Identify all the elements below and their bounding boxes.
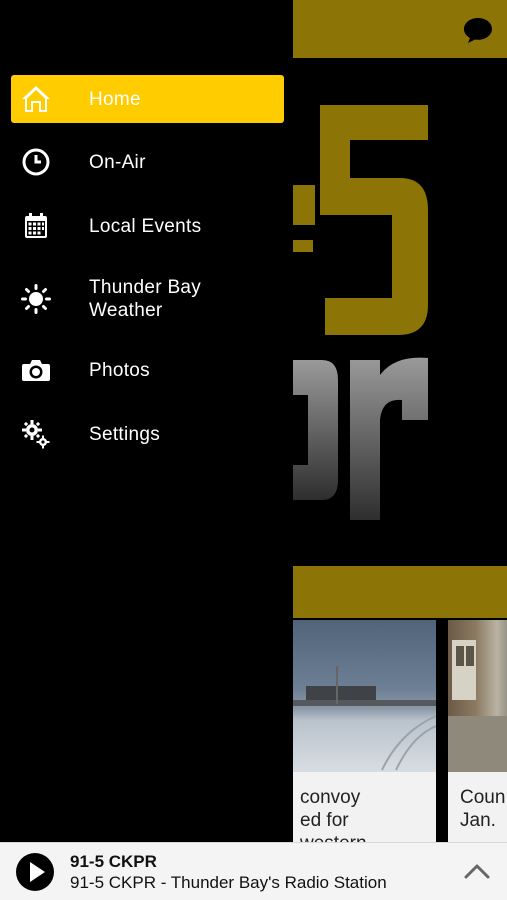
station-description: 91-5 CKPR - Thunder Bay's Radio Station: [70, 873, 387, 892]
menu-item-label: Home: [89, 88, 141, 110]
sun-icon: [21, 284, 51, 314]
calendar-icon: [21, 211, 51, 241]
menu-item-photos[interactable]: Photos: [11, 348, 284, 392]
chat-bubble-icon[interactable]: [463, 16, 493, 44]
menu-item-label: Settings: [89, 423, 161, 445]
menu-item-local-events[interactable]: Local Events: [11, 204, 284, 248]
now-playing-bar[interactable]: 91-5 CKPR 91-5 CKPR - Thunder Bay's Radi…: [0, 842, 507, 900]
home-icon: [21, 84, 51, 114]
clock-icon: [21, 147, 51, 177]
menu-item-label: Thunder Bay Weather: [89, 277, 202, 321]
gears-icon: [21, 419, 51, 449]
menu-item-on-air[interactable]: On-Air: [11, 140, 284, 184]
menu-item-home[interactable]: Home: [11, 75, 284, 123]
news-card[interactable]: Coun Jan.: [448, 620, 507, 852]
menu-item-settings[interactable]: Settings: [11, 412, 284, 456]
menu-item-label: Photos: [89, 359, 150, 381]
news-card-image: [292, 620, 436, 772]
news-card[interactable]: convoy ed for western in stretched: [292, 620, 436, 852]
news-card-headline: convoy ed for western in stretched: [300, 787, 367, 852]
menu-item-label: Local Events: [89, 215, 202, 237]
navigation-drawer: Home On-Air Local Events Thunder Bay Wea…: [0, 0, 293, 842]
station-name: 91-5 CKPR: [70, 852, 157, 871]
news-card-headline: Coun Jan.: [460, 787, 506, 831]
chevron-up-icon[interactable]: [463, 861, 491, 881]
menu-item-label: On-Air: [89, 151, 146, 173]
camera-icon: [21, 355, 51, 385]
menu-item-thunder-bay-weather[interactable]: Thunder Bay Weather: [11, 272, 284, 326]
news-card-image: [448, 620, 507, 772]
play-icon[interactable]: [15, 852, 55, 892]
